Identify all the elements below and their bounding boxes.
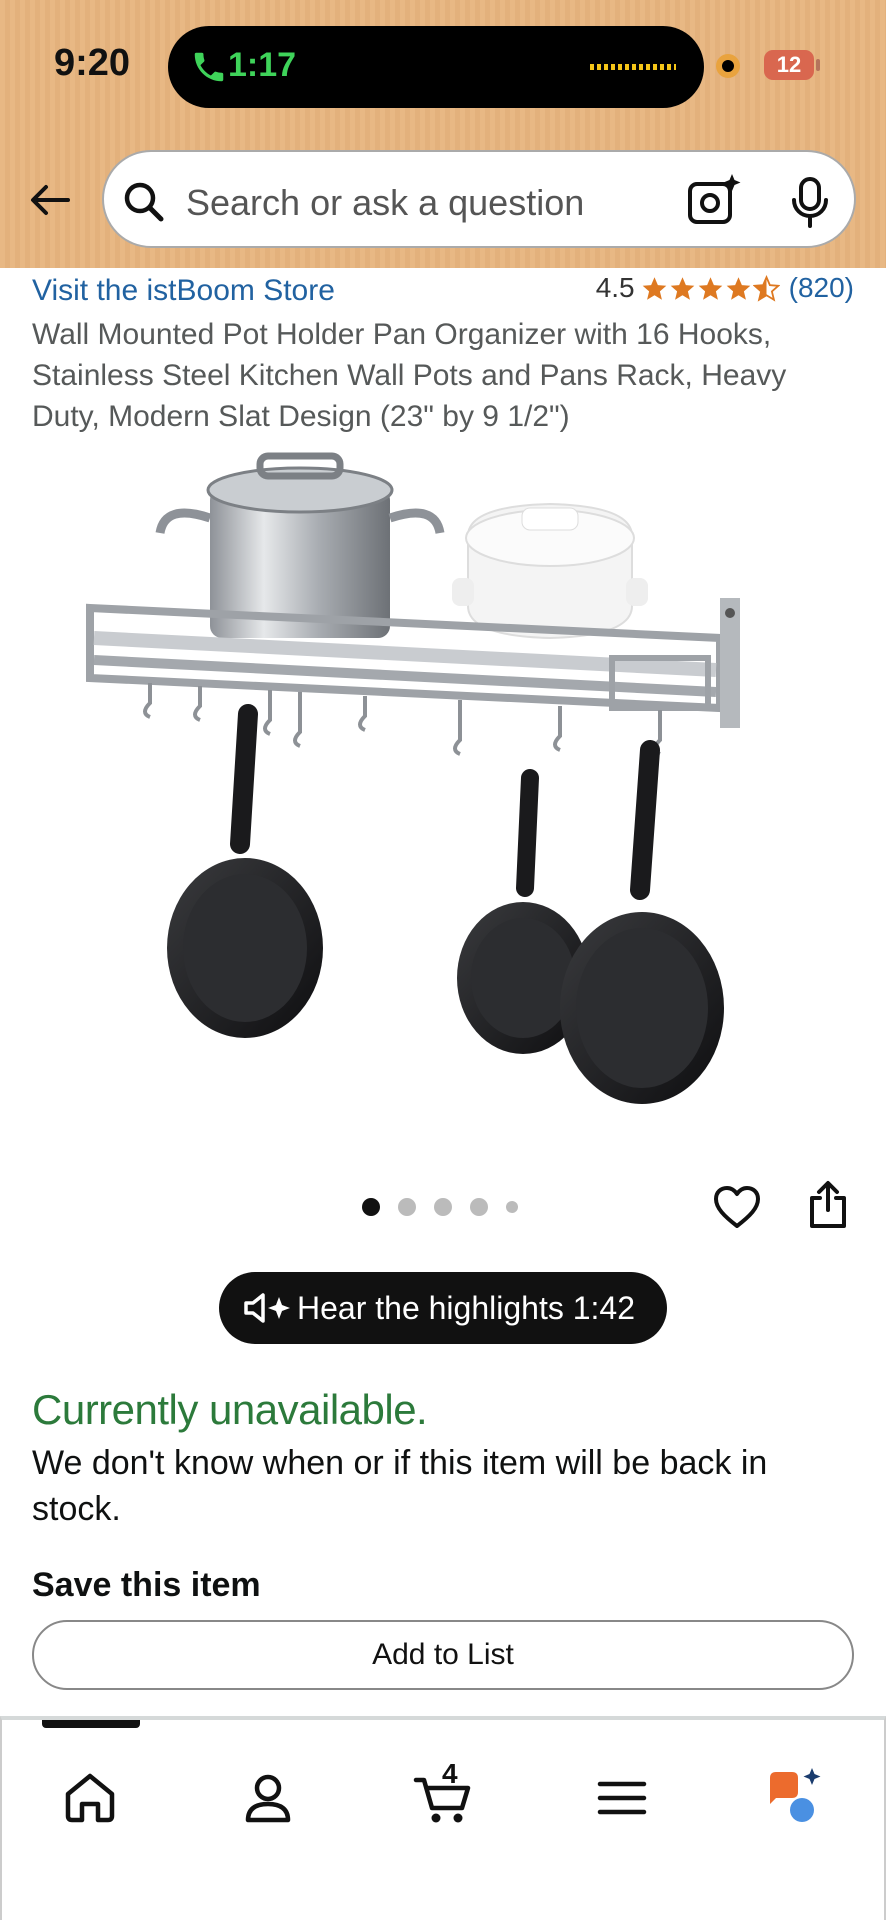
share-icon[interactable] [806, 1180, 850, 1230]
microphone-icon[interactable] [788, 176, 832, 230]
cart-button[interactable]: 4 [412, 1758, 476, 1830]
rating-count[interactable]: (820) [789, 272, 854, 304]
heart-icon[interactable] [712, 1184, 762, 1230]
speaker-sparkle-icon [244, 1293, 290, 1323]
availability-status: Currently unavailable. [32, 1386, 428, 1433]
star-icon [698, 276, 722, 300]
dynamic-island[interactable]: 1:17 [168, 26, 704, 108]
header: 9:20 1:17 12 Search or ask a question [0, 0, 886, 268]
product-title: Wall Mounted Pot Holder Pan Organizer wi… [32, 318, 787, 433]
hear-highlights-label: Hear the highlights 1:42 [297, 1290, 635, 1326]
search-icon [124, 182, 164, 222]
menu-icon[interactable] [590, 1766, 654, 1830]
product-image[interactable] [80, 448, 810, 1128]
carousel-dot[interactable] [362, 1198, 380, 1216]
carousel-dot[interactable] [434, 1198, 452, 1216]
rating-summary[interactable]: 4.5 (820) [596, 272, 854, 304]
image-carousel-dots[interactable] [362, 1198, 536, 1216]
star-icon [642, 276, 666, 300]
rating-value: 4.5 [595, 272, 635, 303]
cart-count-badge: 4 [442, 1758, 458, 1789]
battery-cap [816, 59, 820, 71]
availability-message: We don't know when or if this item will … [32, 1444, 768, 1528]
recording-indicator-icon [716, 54, 740, 78]
star-icon [670, 276, 694, 300]
star-rating [641, 274, 781, 302]
hear-highlights-button[interactable]: Hear the highlights 1:42 [219, 1272, 667, 1344]
carousel-dot[interactable] [506, 1201, 518, 1213]
bottom-navigation: 4 [0, 1716, 886, 1920]
active-tab-indicator [42, 1720, 140, 1728]
add-to-list-button[interactable]: Add to List [32, 1620, 854, 1690]
call-duration: 1:17 [228, 46, 297, 84]
search-bar[interactable]: Search or ask a question [102, 150, 856, 248]
carousel-dot[interactable] [398, 1198, 416, 1216]
save-item-heading: Save this item [32, 1566, 261, 1604]
phone-call-icon [194, 52, 224, 82]
home-icon[interactable] [58, 1766, 122, 1830]
carousel-dot[interactable] [470, 1198, 488, 1216]
star-icon [726, 276, 750, 300]
search-input[interactable]: Search or ask a question [186, 182, 584, 224]
battery-indicator: 12 [764, 50, 814, 80]
account-icon[interactable] [236, 1766, 300, 1830]
back-arrow-icon[interactable] [26, 176, 74, 224]
camera-search-icon[interactable] [686, 172, 742, 228]
store-link[interactable]: Visit the istBoom Store [32, 274, 335, 308]
rufus-icon[interactable] [762, 1766, 826, 1830]
status-time: 9:20 [54, 42, 131, 84]
audio-waveform [590, 64, 676, 70]
half-star-icon [752, 274, 780, 302]
